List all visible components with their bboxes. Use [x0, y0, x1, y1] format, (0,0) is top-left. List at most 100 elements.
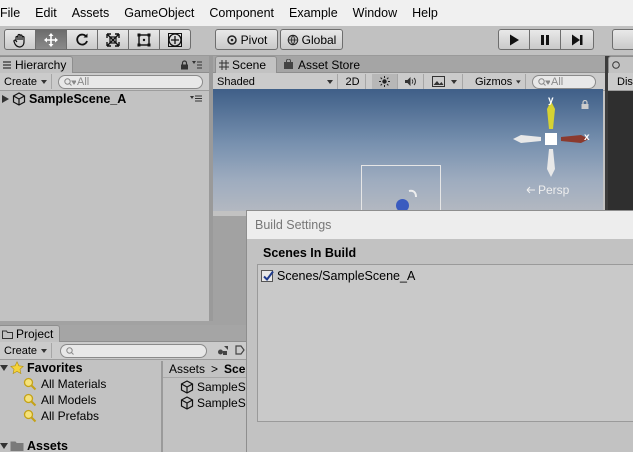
step-button[interactable]: [560, 29, 594, 50]
hierarchy-tab-label: Hierarchy: [15, 58, 67, 72]
display-dropdown-partial[interactable]: Dis: [608, 73, 633, 91]
file-item[interactable]: SampleS: [180, 396, 246, 410]
scale-tool-button[interactable]: [97, 29, 129, 50]
project-search-input[interactable]: [60, 344, 207, 358]
expand-arrow-icon[interactable]: [0, 442, 8, 450]
project-subbar: Create: [0, 342, 246, 360]
chevron-down-icon: [327, 80, 333, 84]
rect-tool-button[interactable]: [128, 29, 160, 50]
favorites-item[interactable]: Favorites: [0, 361, 83, 375]
play-icon: [510, 34, 519, 45]
scene-orientation-gizmo[interactable]: [511, 97, 591, 177]
tab-project[interactable]: Project: [0, 325, 60, 342]
pause-icon: [541, 34, 549, 45]
rect-transform-icon: [137, 33, 151, 46]
tag-icon: [234, 345, 245, 355]
tab-hierarchy[interactable]: Hierarchy: [0, 56, 73, 73]
menu-gameobject[interactable]: GameObject: [124, 6, 194, 20]
tab-scene[interactable]: Scene: [215, 56, 277, 73]
project-create-dropdown[interactable]: Create: [0, 343, 52, 358]
rotate-tool-button[interactable]: [66, 29, 98, 50]
hierarchy-search-input[interactable]: All: [58, 75, 203, 89]
menu-window[interactable]: Window: [353, 6, 397, 20]
project-panel: Project Create Favorites All Materials A…: [0, 325, 246, 452]
menu-edit[interactable]: Edit: [35, 6, 57, 20]
expand-arrow-icon[interactable]: [2, 95, 10, 103]
lock-icon[interactable]: [180, 60, 189, 70]
projection-toggle[interactable]: Persp: [525, 183, 569, 197]
play-button[interactable]: [498, 29, 530, 50]
panel-menu-icon[interactable]: [192, 61, 202, 69]
pause-button[interactable]: [529, 29, 561, 50]
breadcrumb-scenes[interactable]: Sce: [224, 362, 245, 376]
global-toggle-button[interactable]: Global: [280, 29, 343, 50]
mode-2d-label: 2D: [345, 75, 360, 88]
build-settings-titlebar[interactable]: Build Settings: [247, 211, 633, 239]
tab-asset-store[interactable]: Asset Store: [283, 56, 360, 73]
menu-component[interactable]: Component: [209, 6, 274, 20]
search-icon: [538, 77, 550, 86]
asset-store-tab-label: Asset Store: [298, 57, 361, 72]
hierarchy-panel: Hierarchy Create All SampleScene_A: [0, 56, 210, 321]
favorite-all-materials[interactable]: All Materials: [23, 377, 106, 391]
gizmos-dropdown[interactable]: Gizmos: [471, 74, 526, 89]
menu-file[interactable]: File: [0, 6, 20, 20]
favorite-label: All Prefabs: [41, 409, 100, 423]
menu-assets[interactable]: Assets: [72, 6, 110, 20]
pivot-label: Pivot: [240, 32, 268, 47]
pivot-toggle-button[interactable]: Pivot: [215, 29, 278, 50]
filter-label-button[interactable]: [233, 343, 246, 358]
menu-help[interactable]: Help: [412, 6, 438, 20]
light-handle-icon: [408, 189, 417, 198]
hand-icon: [13, 33, 25, 48]
scene-search-input[interactable]: All: [532, 75, 596, 89]
star-icon: [10, 361, 24, 375]
combined-transform-icon: [168, 32, 182, 47]
checkmark-icon: [263, 270, 274, 282]
filter-type-button[interactable]: [214, 343, 232, 358]
transform-tool-button[interactable]: [159, 29, 191, 50]
scene-enabled-checkbox[interactable]: [261, 270, 274, 282]
breadcrumb: Assets > Sce: [163, 361, 246, 378]
search-icon: [66, 346, 74, 355]
expand-arrow-icon[interactable]: [0, 364, 8, 372]
game-panel-partial: C Dis: [605, 56, 633, 216]
effects-dropdown[interactable]: [428, 74, 463, 89]
menu-example[interactable]: Example: [289, 6, 338, 20]
unity-scene-icon: [180, 396, 194, 410]
scene-tabstrip: Scene Asset Store: [213, 56, 605, 73]
project-create-label: Create: [4, 344, 38, 357]
project-tree: Favorites All Materials All Models All P…: [0, 361, 161, 452]
favorite-all-models[interactable]: All Models: [23, 393, 96, 407]
tab-game-partial[interactable]: C: [608, 56, 633, 73]
move-tool-button[interactable]: [35, 29, 67, 50]
grid-icon: [219, 60, 229, 70]
scene-search-placeholder: All: [551, 76, 564, 88]
scene-root-item[interactable]: SampleScene_A: [2, 91, 207, 107]
shading-mode-dropdown[interactable]: Shaded: [213, 74, 338, 89]
toggle-audio-button[interactable]: [398, 74, 424, 89]
search-filter-icon: [23, 409, 37, 423]
scene-options-icon[interactable]: [190, 95, 202, 102]
scene-viewport[interactable]: y x Persp: [213, 89, 603, 211]
toggle-lighting-button[interactable]: [372, 74, 398, 89]
lock-icon[interactable]: [581, 100, 589, 109]
scenes-in-build-list[interactable]: Scenes/SampleScene_A: [257, 264, 633, 422]
hand-tool-button[interactable]: [4, 29, 36, 50]
search-filter-icon: [23, 377, 37, 391]
filter-shapes-icon: [218, 346, 228, 355]
file-item[interactable]: SampleS: [180, 380, 246, 394]
main-toolbar: Pivot Global: [0, 26, 633, 56]
hierarchy-create-dropdown[interactable]: Create: [0, 74, 52, 89]
transform-tools: [4, 29, 191, 50]
breadcrumb-assets[interactable]: Assets: [169, 362, 205, 376]
favorite-all-prefabs[interactable]: All Prefabs: [23, 409, 99, 423]
assets-folder-item[interactable]: Assets: [0, 439, 68, 452]
assets-label: Assets: [27, 439, 68, 452]
scene-list-row[interactable]: Scenes/SampleScene_A: [261, 269, 415, 283]
toggle-2d-button[interactable]: 2D: [340, 74, 366, 89]
pivot-icon: [226, 34, 237, 45]
menu-bar: File Edit Assets GameObject Component Ex…: [0, 0, 633, 26]
project-tabstrip: Project: [0, 325, 246, 342]
collab-button[interactable]: [612, 29, 633, 50]
